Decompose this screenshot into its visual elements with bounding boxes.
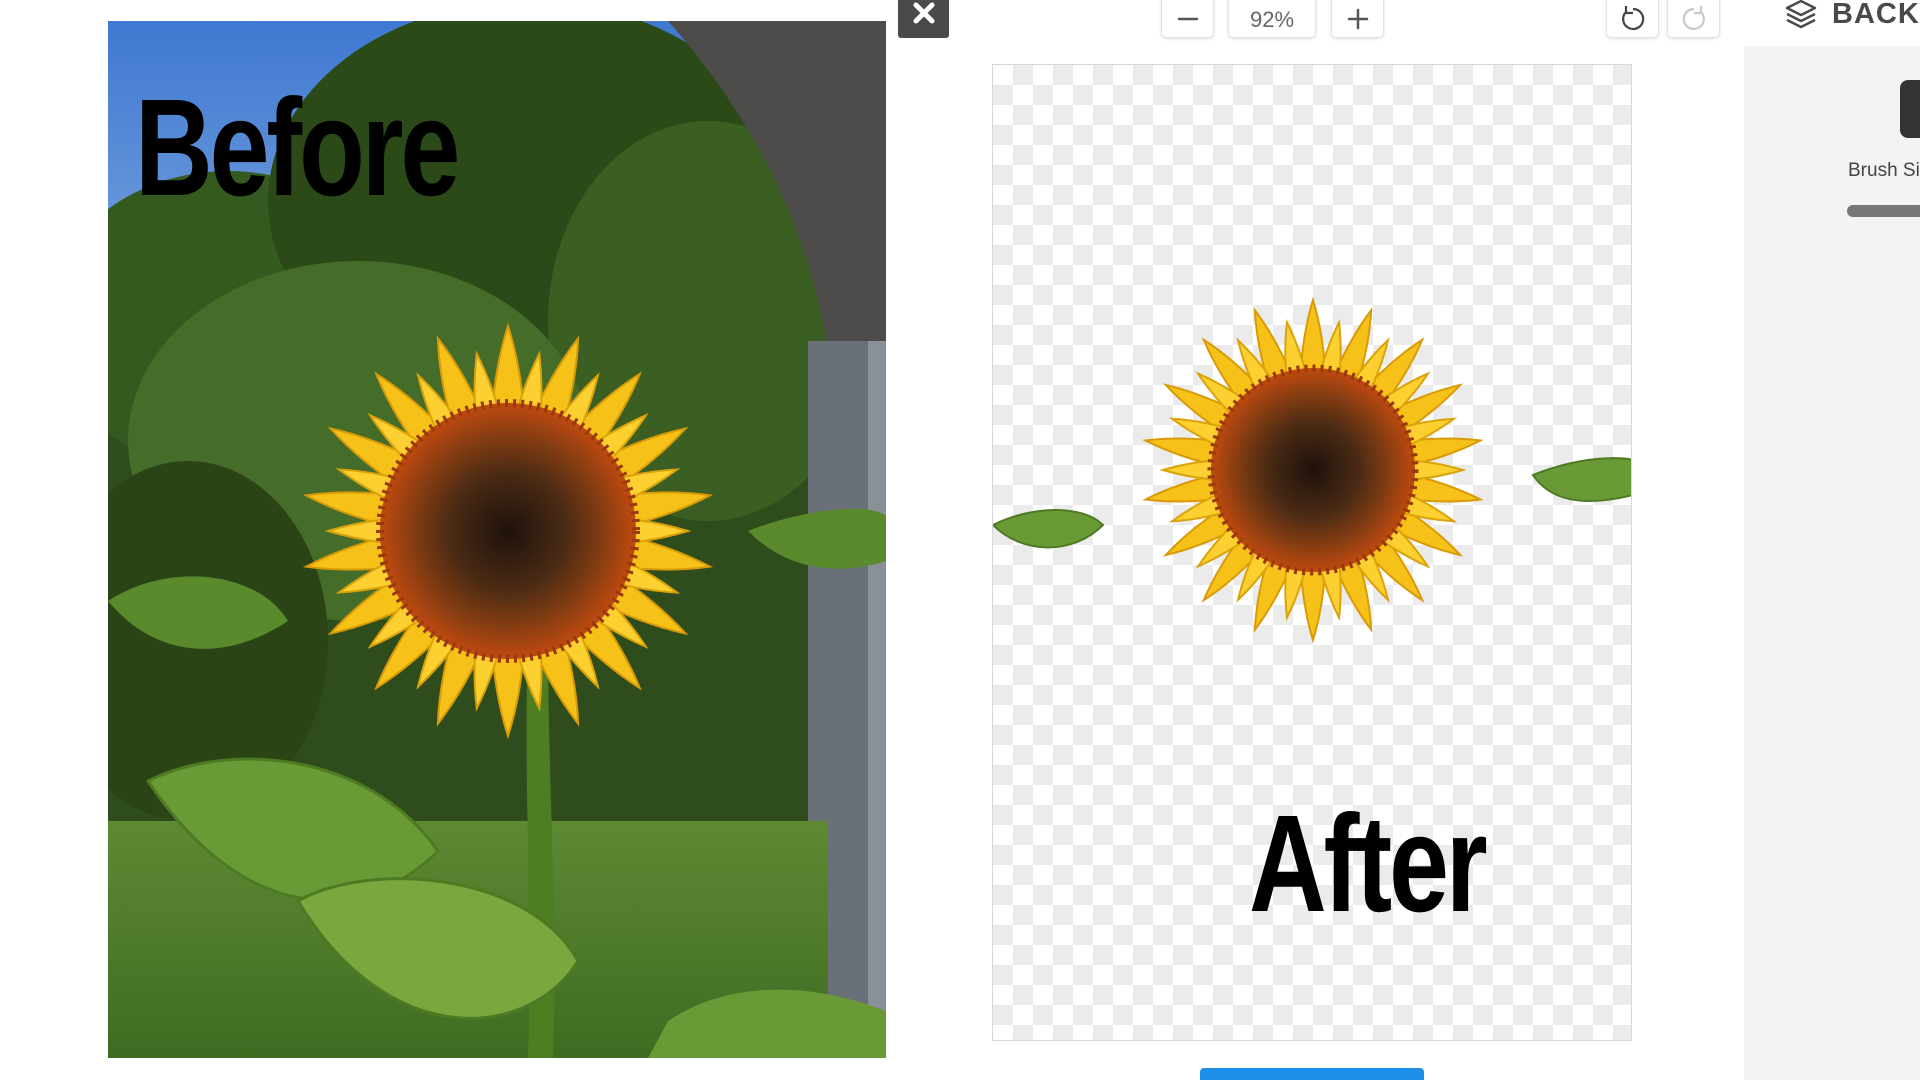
brush-size-slider[interactable] bbox=[1847, 205, 1920, 217]
undo-button[interactable] bbox=[1606, 0, 1659, 38]
after-label: After bbox=[1249, 787, 1488, 941]
undo-icon bbox=[1621, 6, 1644, 31]
plus-icon bbox=[1347, 8, 1368, 30]
redo-icon bbox=[1682, 6, 1705, 31]
brush-size-label: Brush Si bbox=[1848, 160, 1920, 181]
tab-background[interactable]: BACKG bbox=[1784, 0, 1920, 34]
zoom-level-display: 92% bbox=[1228, 0, 1316, 38]
tab-background-label: BACKG bbox=[1832, 0, 1920, 30]
zoom-out-button[interactable] bbox=[1161, 0, 1214, 38]
minus-icon bbox=[1177, 17, 1198, 21]
layers-icon bbox=[1785, 0, 1817, 29]
brush-preview bbox=[1900, 80, 1920, 138]
editor-canvas: Before 92% After BACK Brush Si bbox=[0, 0, 1920, 1080]
zoom-in-button[interactable] bbox=[1331, 0, 1384, 38]
after-image: After bbox=[992, 64, 1632, 1041]
close-button[interactable] bbox=[898, 0, 949, 38]
right-sidebar bbox=[1744, 46, 1920, 1080]
zoom-level-value: 92% bbox=[1249, 7, 1295, 32]
before-label: Before bbox=[135, 71, 460, 225]
close-icon bbox=[913, 2, 934, 24]
redo-button[interactable] bbox=[1667, 0, 1720, 38]
before-image: Before bbox=[108, 21, 886, 1058]
download-button[interactable] bbox=[1200, 1068, 1424, 1080]
